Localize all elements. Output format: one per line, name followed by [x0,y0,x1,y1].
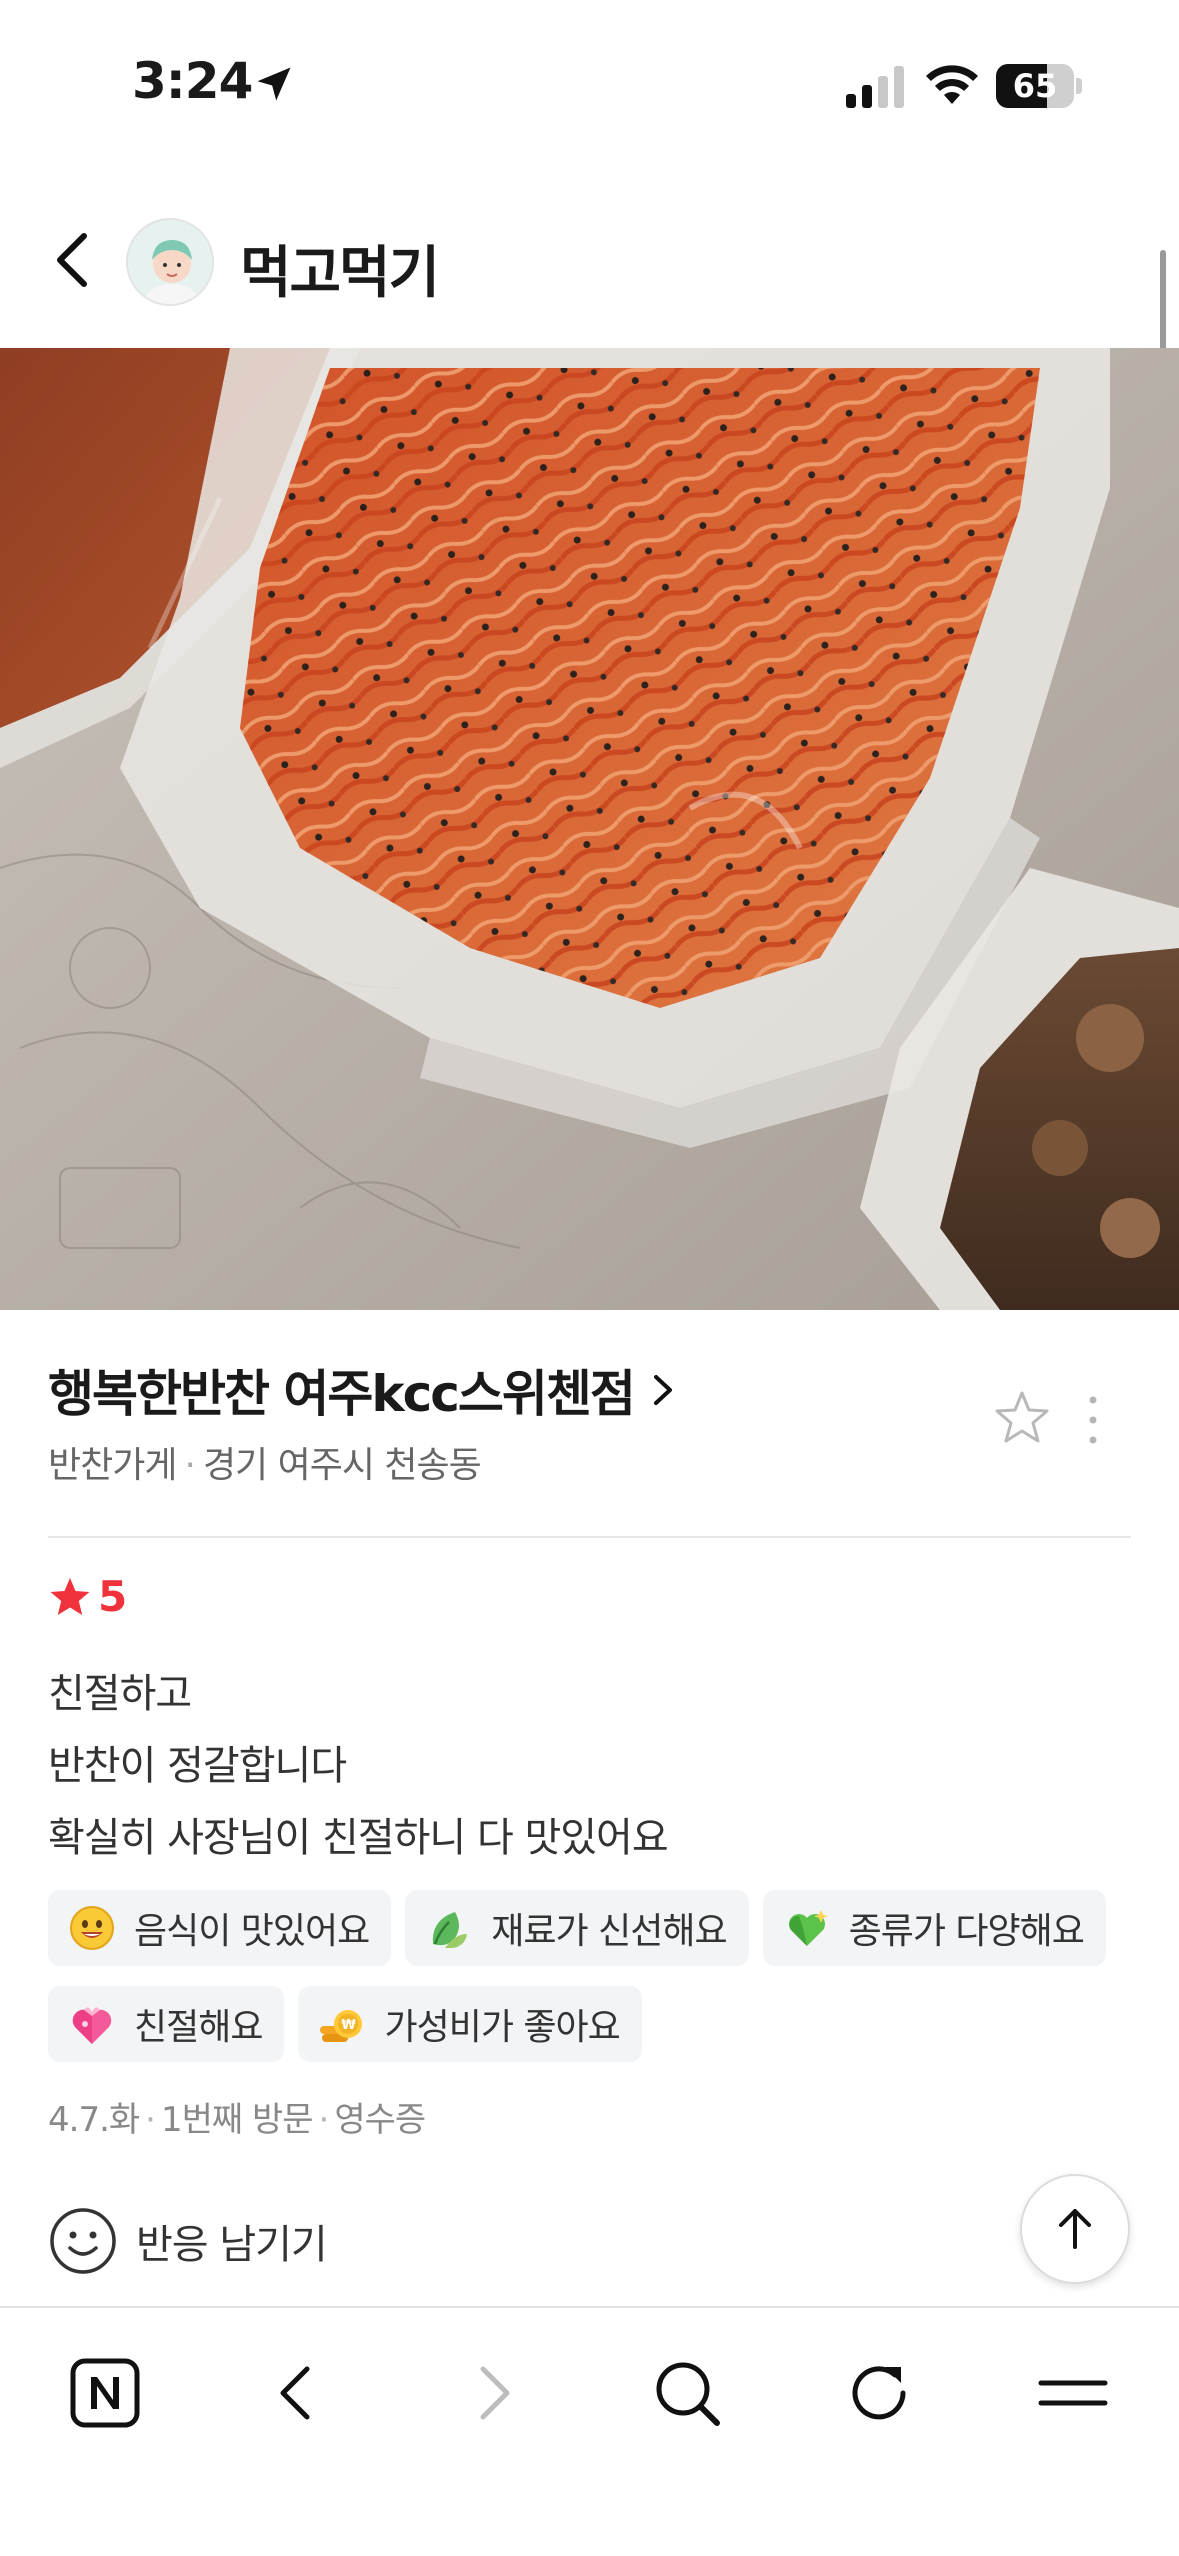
tag-value: ₩ 가성비가 좋아요 [298,1986,642,2062]
meta-separator: · [184,1445,195,1486]
chevron-right-icon [653,1375,672,1405]
tag-label: 음식이 맛있어요 [134,1911,370,1952]
wifi-icon [926,65,978,104]
status-time: 3:24 [132,52,253,110]
menu-icon [1038,2380,1108,2406]
review-photo[interactable] [0,348,1179,1310]
browser-back-button[interactable] [252,2348,342,2438]
browser-forward-button[interactable] [448,2348,538,2438]
visit-count: 1번째 방문 [160,2100,314,2140]
review-line: 확실히 사장님이 친절하니 다 맛있어요 [48,1815,669,1861]
meta-separator: · [145,2100,156,2140]
visit-proof: 영수증 [334,2100,426,2140]
review-line: 반찬이 정갈합니다 [48,1743,347,1789]
location-arrow-icon [257,67,291,101]
scroll-to-top-button[interactable] [1020,2174,1130,2284]
naver-home-button[interactable] [60,2348,150,2438]
meta-separator: · [318,2100,330,2140]
reload-icon [852,2366,906,2420]
svg-text:₩: ₩ [342,2018,357,2033]
menu-button[interactable] [1028,2348,1118,2438]
avatar[interactable] [126,218,214,306]
store-link[interactable]: 행복한반찬 여주kcc스위첸점 [48,1354,682,1426]
search-icon [656,2362,720,2426]
battery-icon: 65 [996,64,1082,108]
profile-name[interactable]: 먹고먹기 [240,228,440,309]
heart-with-ribbon-icon [72,2007,112,2044]
tag-label: 재료가 신선해요 [491,1911,727,1952]
divider [48,1536,1131,1538]
naver-home-icon [70,2358,140,2428]
keyword-tags: 친절해요 ₩ 가성비가 좋아요 [48,1986,656,2062]
browser-toolbar [0,2306,1179,2556]
rating: 5 [48,1572,127,1621]
smiling-face-icon [70,1906,114,1950]
coin-icon: ₩ [320,2010,363,2042]
rating-value: 5 [98,1572,128,1621]
smiley-outline-icon [50,2208,116,2274]
store-location: 경기 여주시 천송동 [202,1445,482,1486]
arrow-up-icon [1059,2209,1091,2249]
store-name[interactable]: 행복한반찬 여주kcc스위첸점 [48,1354,636,1426]
leaf-icon [433,1912,468,1948]
tag-tasty: 음식이 맛있어요 [48,1890,392,1966]
tag-kind: 친절해요 [48,1986,285,2062]
cellular-signal-icon [846,66,904,108]
reload-button[interactable] [834,2348,924,2438]
tag-label: 가성비가 좋아요 [384,2007,620,2048]
more-options-icon[interactable] [1078,1392,1108,1448]
visit-date: 4.7.화 [48,2100,140,2140]
bookmark-star-button[interactable] [992,1388,1052,1448]
store-meta: 반찬가게 · 경기 여주시 천송동 [48,1436,482,1488]
search-button[interactable] [642,2348,732,2438]
visit-meta: 4.7.화 · 1번째 방문 · 영수증 [48,2092,426,2141]
tag-label: 친절해요 [134,2007,263,2048]
store-category: 반찬가게 [48,1445,177,1486]
review-line: 친절하고 [48,1671,192,1717]
reaction-label: 반응 남기기 [136,2222,328,2268]
leave-reaction-button[interactable]: 반응 남기기 [48,2206,328,2276]
keyword-tags: 음식이 맛있어요 재료가 신선해요 종류가 다양해요 [48,1890,1120,1966]
tag-fresh: 재료가 신선해요 [405,1890,749,1966]
food-photo-image [0,348,1179,1310]
tag-variety: 종류가 다양해요 [762,1890,1106,1966]
battery-percent: 65 [1012,67,1058,105]
back-icon [280,2366,310,2420]
forward-icon [480,2366,510,2420]
back-button[interactable] [36,220,116,300]
profile-header: 먹고먹기 [0,200,1179,348]
review-body: 친절하고 반찬이 정갈합니다 확실히 사장님이 친절하니 다 맛있어요 [48,1658,669,1874]
tag-label: 종류가 다양해요 [848,1911,1085,1952]
star-icon [50,1577,90,1615]
status-bar: 3:24 65 [0,0,1179,170]
sparkling-heart-icon [788,1910,828,1946]
user-avatar-icon [128,220,212,304]
